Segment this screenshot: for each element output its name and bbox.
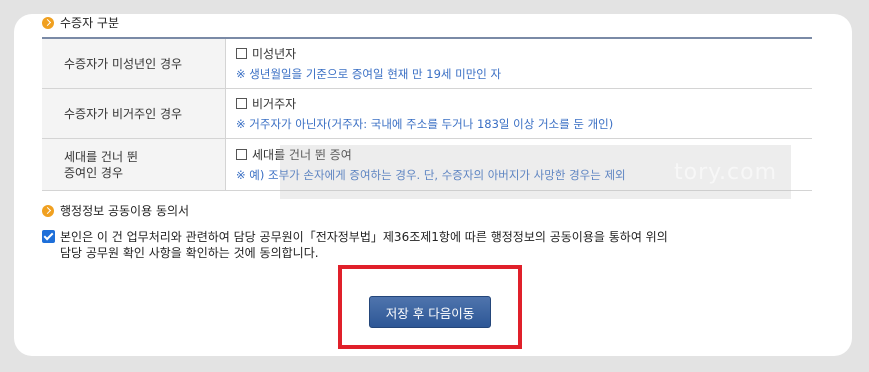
recipient-section-title: 수증자 구분 [60,16,120,30]
orange-bullet-icon [42,16,54,29]
consent-text-line1: 본인은 이 건 업무처리와 관련하여 담당 공무원이「전자정부법」제36조제1항… [60,230,668,244]
row-label: 세대를 건너 뛴 증여인 경우 [42,138,226,191]
save-and-next-button[interactable]: 저장 후 다음이동 [369,296,491,328]
recipient-type-table: 수증자가 미성년인 경우 미성년자 ※ 생년월일을 기준으로 증여일 현재 만 … [42,37,812,191]
row-label: 수증자가 미성년인 경우 [42,38,226,89]
recipient-section-header: 수증자 구분 [42,14,119,31]
nonresident-checkbox-option[interactable]: 비거주자 [236,95,811,113]
minor-note: ※ 생년월일을 기준으로 증여일 현재 만 19세 미만인 자 [236,66,502,81]
consent-section-title: 행정정보 공동이용 동의서 [60,204,190,218]
generation-skip-checkbox-label[interactable]: 세대를 건너 뛴 증여 [252,146,352,164]
generation-skip-checkbox-option[interactable]: 세대를 건너 뛴 증여 [236,146,811,164]
consent-text[interactable]: 본인은 이 건 업무처리와 관련하여 담당 공무원이「전자정부법」제36조제1항… [60,229,668,261]
consent-checkbox[interactable] [42,230,55,243]
table-row: 수증자가 비거주인 경우 비거주자 ※ 거주자가 아닌자(거주자: 국내에 주소… [42,88,812,139]
row-label-line1: 세대를 건너 뛴 [64,149,138,164]
table-row: 세대를 건너 뛴 증여인 경우 세대를 건너 뛴 증여 ※ 예) 조부가 손자에… [42,138,812,191]
minor-checkbox-option[interactable]: 미성년자 [236,45,811,63]
orange-bullet-icon [42,204,54,217]
generation-skip-checkbox[interactable] [236,149,247,160]
nonresident-note: ※ 거주자가 아닌자(거주자: 국내에 주소를 두거나 183일 이상 거소를 … [236,116,614,131]
minor-checkbox[interactable] [236,48,247,59]
form-card: 수증자 구분 수증자가 미성년인 경우 미성년자 ※ 생년월일을 기준으로 증여… [14,14,852,356]
row-label: 수증자가 비거주인 경우 [42,88,226,139]
consent-agreement[interactable]: 본인은 이 건 업무처리와 관련하여 담당 공무원이「전자정부법」제36조제1항… [42,229,668,261]
nonresident-checkbox-label[interactable]: 비거주자 [252,95,296,113]
row-label-line2: 증여인 경우 [64,165,124,180]
generation-skip-note: ※ 예) 조부가 손자에게 증여하는 경우. 단, 수증자의 아버지가 사망한 … [236,167,626,182]
table-row: 수증자가 미성년인 경우 미성년자 ※ 생년월일을 기준으로 증여일 현재 만 … [42,38,812,89]
consent-text-line2: 담당 공무원 확인 사항을 확인하는 것에 동의합니다. [60,246,319,260]
minor-checkbox-label[interactable]: 미성년자 [252,45,296,63]
consent-section-header: 행정정보 공동이용 동의서 [42,202,189,219]
nonresident-checkbox[interactable] [236,98,247,109]
